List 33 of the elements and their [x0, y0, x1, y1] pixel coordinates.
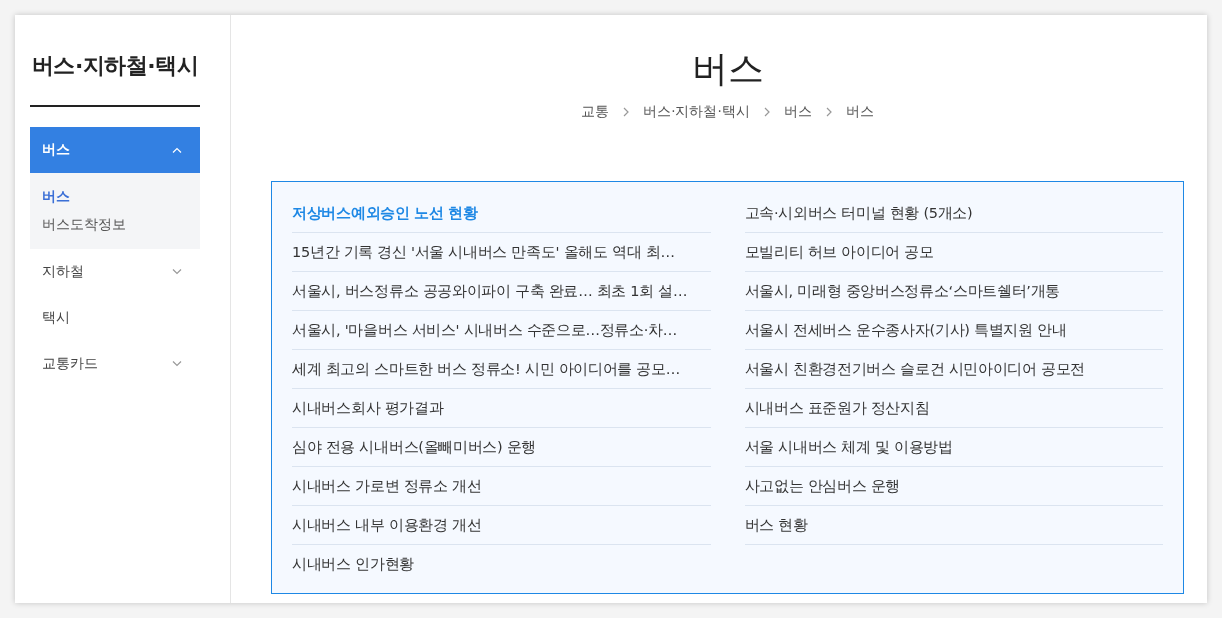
list-link[interactable]: 서울 시내버스 체계 및 이용방법: [744, 428, 1163, 467]
list-link[interactable]: 고속·시외버스 터미널 현황 (5개소): [744, 194, 1163, 233]
submenu-item[interactable]: 버스: [42, 185, 188, 207]
breadcrumb-link[interactable]: 버스: [845, 103, 874, 121]
breadcrumb-link[interactable]: 버스: [783, 103, 812, 121]
list-link[interactable]: 시내버스 내부 이용환경 개선: [292, 506, 711, 545]
list-link[interactable]: 시내버스회사 평가결과: [292, 389, 711, 428]
chevron-right-icon: [623, 107, 630, 117]
list-link[interactable]: 버스 현황: [744, 506, 1163, 545]
menu-item[interactable]: 지하철: [30, 249, 200, 295]
page-title: 버스: [690, 47, 765, 91]
sidebar-title: 버스·지하철·택시: [30, 51, 200, 107]
submenu-item[interactable]: 버스도착정보: [42, 213, 188, 235]
menu-item[interactable]: 택시: [30, 295, 200, 341]
chevron-right-icon: [763, 107, 770, 117]
list-link[interactable]: 서울시 전세버스 운수종사자(기사) 특별지원 안내: [744, 311, 1163, 350]
chevron-right-icon: [825, 107, 832, 117]
list-link[interactable]: 15년간 기록 경신 '서울 시내버스 만족도' 올해도 역대 최…: [292, 233, 711, 272]
breadcrumb-link[interactable]: 버스·지하철·택시: [643, 103, 750, 121]
list-link[interactable]: 시내버스 표준원가 정산지침: [744, 389, 1163, 428]
list-link[interactable]: 모빌리티 허브 아이디어 공모: [744, 233, 1163, 272]
list-link[interactable]: 시내버스 인가현황: [292, 545, 711, 583]
list-link[interactable]: 서울시 친환경전기버스 슬로건 시민아이디어 공모전: [744, 350, 1163, 389]
list-link[interactable]: 사고없는 안심버스 운행: [744, 467, 1163, 506]
breadcrumb-link[interactable]: 교통: [581, 103, 610, 121]
list-link[interactable]: 서울시, '마을버스 서비스' 시내버스 수준으로…정류소·차…: [292, 311, 711, 350]
menu-item[interactable]: 버스: [30, 127, 200, 173]
menu-item[interactable]: 교통카드: [30, 341, 200, 387]
list-link[interactable]: 서울시, 버스정류소 공공와이파이 구축 완료… 최초 1회 설…: [292, 272, 711, 311]
list-link[interactable]: 시내버스 가로변 정류소 개선: [292, 467, 711, 506]
list-link[interactable]: 서울시, 미래형 중앙버스정류소‘스마트쉘터’개통: [744, 272, 1163, 311]
list-link[interactable]: 심야 전용 시내버스(올빼미버스) 운행: [292, 428, 711, 467]
list-link[interactable]: 세계 최고의 스마트한 버스 정류소! 시민 아이디어를 공모…: [292, 350, 711, 389]
